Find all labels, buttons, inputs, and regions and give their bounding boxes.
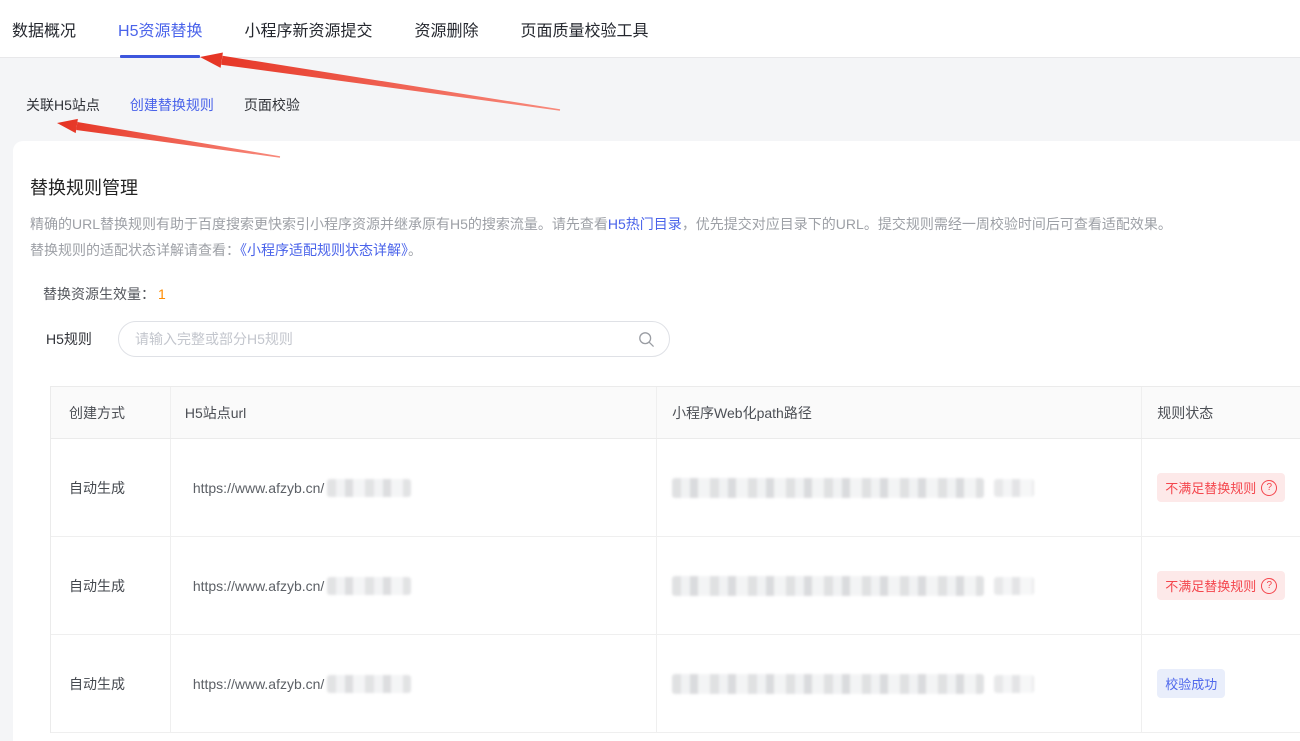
status-text: 不满足替换规则 <box>1165 576 1256 595</box>
cell-h5-site-url: https://www.afzyb.cn/ <box>171 439 657 536</box>
tab-data-overview[interactable]: 数据概况 <box>12 0 76 57</box>
h5-rule-search <box>118 321 670 357</box>
subnav-item-linked-h5-site[interactable]: 关联H5站点 <box>26 95 100 115</box>
rules-table: 创建方式 H5站点url 小程序Web化path路径 规则状态 自动生成 htt… <box>50 386 1300 733</box>
adapt-rule-status-link[interactable]: 《小程序适配规则状态详解》 <box>240 242 408 258</box>
page-title: 替换规则管理 <box>30 174 1300 200</box>
status-badge: 不满足替换规则 ? <box>1157 473 1285 502</box>
h5-rule-label: H5规则 <box>46 329 118 349</box>
col-header-rule-status: 规则状态 <box>1142 387 1300 438</box>
cell-create-method: 自动生成 <box>51 537 171 634</box>
subnav-item-create-replace-rule[interactable]: 创建替换规则 <box>130 95 214 115</box>
status-text: 不满足替换规则 <box>1165 478 1256 497</box>
redacted-path <box>672 478 984 498</box>
redacted-path <box>672 576 984 596</box>
status-text: 校验成功 <box>1165 674 1217 693</box>
desc-line1-text: 精确的URL替换规则有助于百度搜索更快索引小程序资源并继承原有H5的搜索流量。请… <box>30 216 608 232</box>
redacted-path-tail <box>994 479 1034 497</box>
url-text: https://www.afzyb.cn/ <box>193 578 325 594</box>
cell-rule-status: 校验成功 <box>1142 635 1300 732</box>
col-header-create-method: 创建方式 <box>51 387 171 438</box>
desc-line2-tail: 。 <box>408 242 422 258</box>
help-question-icon[interactable]: ? <box>1261 480 1277 496</box>
url-text: https://www.afzyb.cn/ <box>193 480 325 496</box>
cell-create-method: 自动生成 <box>51 439 171 536</box>
sub-nav: 关联H5站点 创建替换规则 页面校验 <box>0 58 1300 115</box>
effective-count-line: 替换资源生效量：1 <box>43 284 1300 304</box>
top-tab-bar: 数据概况 H5资源替换 小程序新资源提交 资源删除 页面质量校验工具 <box>0 0 1300 58</box>
tab-resource-delete[interactable]: 资源删除 <box>415 0 479 57</box>
tab-miniapp-new-resource-submit[interactable]: 小程序新资源提交 <box>244 0 372 57</box>
tab-h5-resource-replace[interactable]: H5资源替换 <box>118 0 202 57</box>
cell-web-path <box>657 439 1142 536</box>
h5-rule-search-input[interactable] <box>118 321 670 357</box>
cell-rule-status: 不满足替换规则 ? <box>1142 439 1300 536</box>
status-badge: 校验成功 <box>1157 669 1225 698</box>
cell-create-method: 自动生成 <box>51 635 171 732</box>
cell-web-path <box>657 537 1142 634</box>
url-text: https://www.afzyb.cn/ <box>193 676 325 692</box>
redacted-url-suffix <box>327 577 411 595</box>
desc-line1-tail: ，优先提交对应目录下的URL。提交规则需经一周校验时间后可查看适配效果。 <box>682 216 1172 232</box>
search-icon[interactable] <box>638 331 655 348</box>
redacted-path-tail <box>994 577 1034 595</box>
redacted-path-tail <box>994 675 1034 693</box>
h5-hot-directory-link[interactable]: H5热门目录 <box>608 216 682 232</box>
table-header: 创建方式 H5站点url 小程序Web化path路径 规则状态 <box>51 387 1300 439</box>
filter-row: H5规则 <box>46 321 1300 357</box>
replace-rule-panel: 替换规则管理 精确的URL替换规则有助于百度搜索更快索引小程序资源并继承原有H5… <box>13 141 1300 741</box>
effective-count-label: 替换资源生效量： <box>43 286 155 302</box>
status-badge: 不满足替换规则 ? <box>1157 571 1285 600</box>
help-question-icon[interactable]: ? <box>1261 578 1277 594</box>
redacted-url-suffix <box>327 479 411 497</box>
col-header-web-path: 小程序Web化path路径 <box>657 387 1142 438</box>
table-row: 自动生成 https://www.afzyb.cn/ 不满足替换规则 ? <box>51 439 1300 537</box>
cell-web-path <box>657 635 1142 732</box>
panel-description: 精确的URL替换规则有助于百度搜索更快索引小程序资源并继承原有H5的搜索流量。请… <box>30 211 1210 263</box>
redacted-url-suffix <box>327 675 411 693</box>
subnav-item-page-check[interactable]: 页面校验 <box>244 95 300 115</box>
col-header-h5-site-url: H5站点url <box>171 387 657 438</box>
redacted-path <box>672 674 984 694</box>
cell-h5-site-url: https://www.afzyb.cn/ <box>171 635 657 732</box>
desc-line2-text: 替换规则的适配状态详解请查看： <box>30 242 240 258</box>
tab-page-quality-check-tool[interactable]: 页面质量校验工具 <box>521 0 649 57</box>
cell-h5-site-url: https://www.afzyb.cn/ <box>171 537 657 634</box>
cell-rule-status: 不满足替换规则 ? <box>1142 537 1300 634</box>
effective-count-value: 1 <box>155 286 166 302</box>
table-row: 自动生成 https://www.afzyb.cn/ 不满足替换规则 ? <box>51 537 1300 635</box>
table-row: 自动生成 https://www.afzyb.cn/ 校验成功 <box>51 635 1300 733</box>
